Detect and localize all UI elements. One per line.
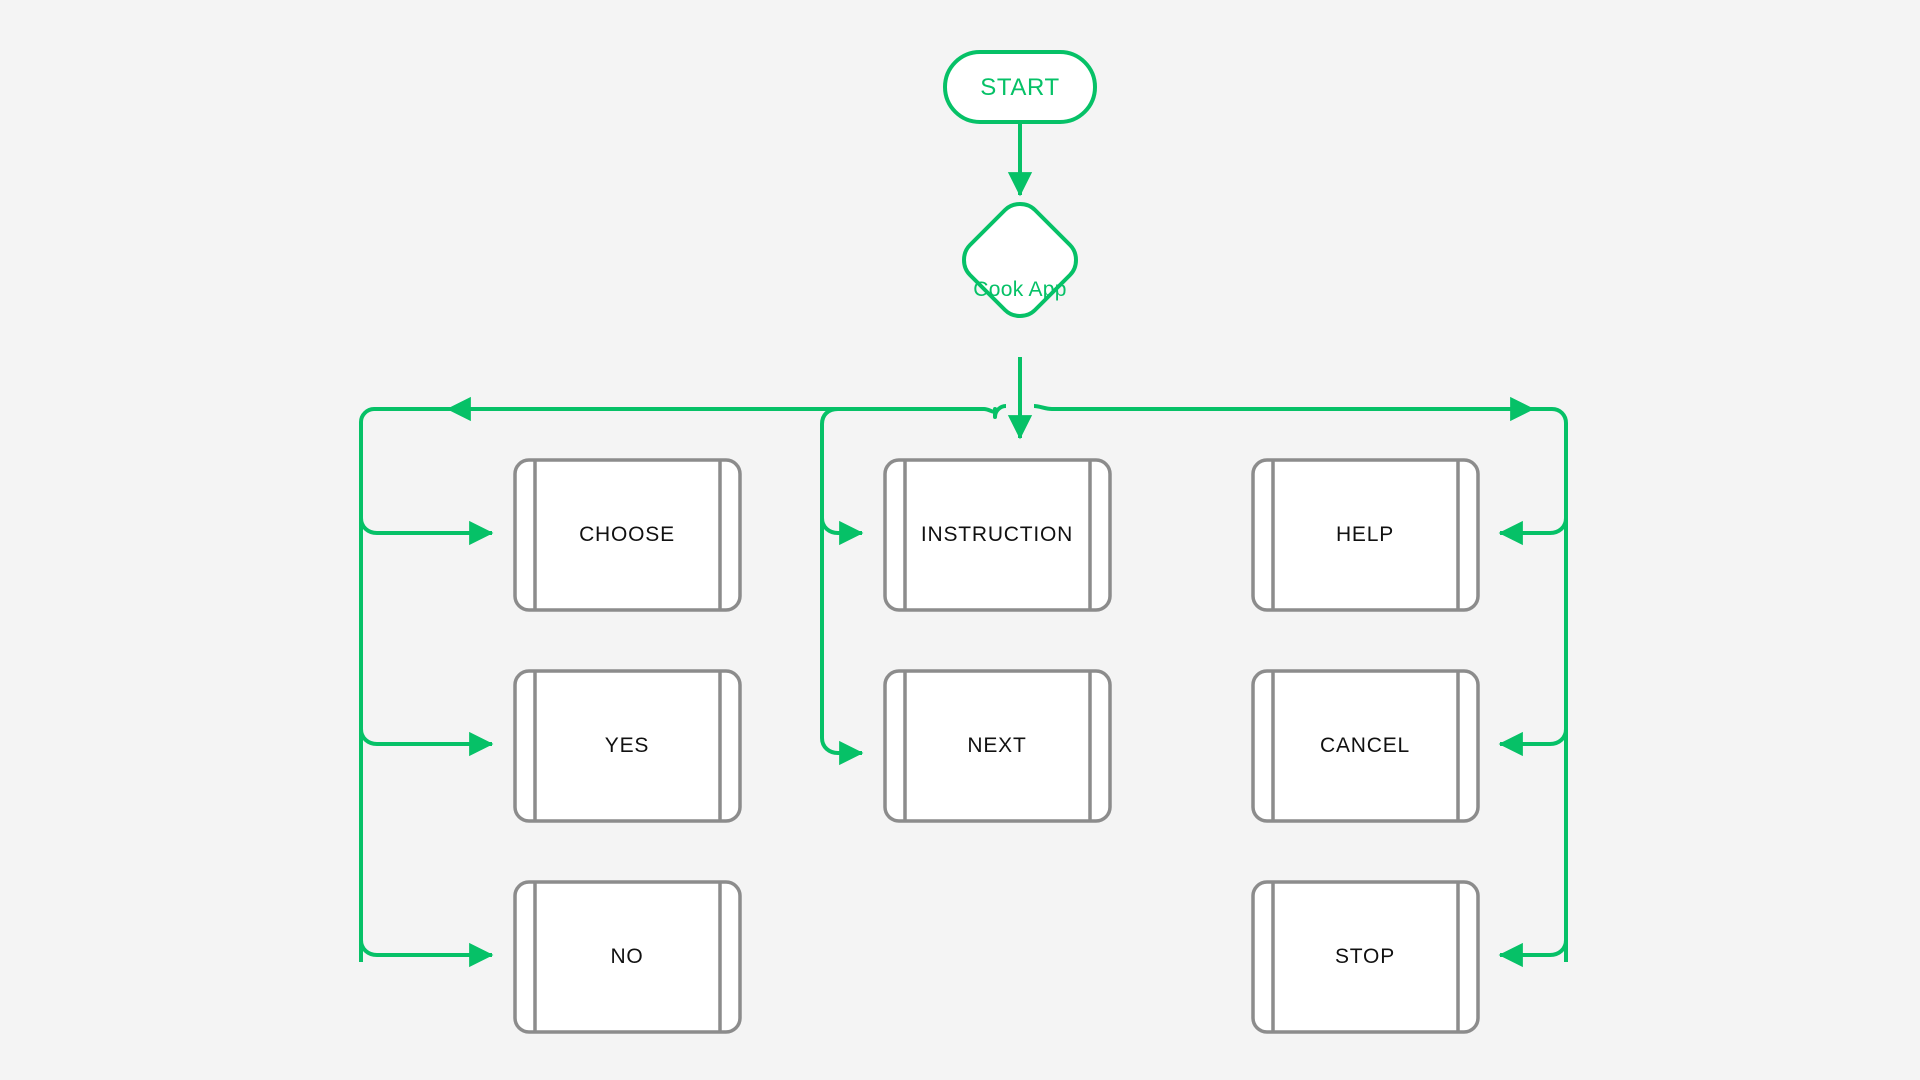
node-yes[interactable]: YES (513, 669, 742, 823)
node-cook-app[interactable]: Cook App (962, 202, 1078, 318)
connector-left-to-yes (359, 728, 494, 757)
cancel-box-shape (1251, 669, 1480, 823)
flowchart-canvas: START Cook App CHOOSE INSTRUCTION HELP Y… (0, 0, 1920, 1080)
no-box-shape (513, 880, 742, 1034)
instruction-box-shape (883, 458, 1112, 612)
node-start[interactable]: START (943, 50, 1097, 124)
node-choose[interactable]: CHOOSE (513, 458, 742, 612)
connector-mid-to-instruction (820, 517, 864, 546)
connector-right-to-stop (1498, 939, 1568, 968)
connector-left-to-no (359, 939, 494, 968)
yes-box-shape (513, 669, 742, 823)
connector-mid-bus-path (820, 407, 839, 755)
cook-app-decision-shape (962, 202, 1078, 318)
connector-right-to-help (1498, 517, 1568, 546)
help-box-shape (1251, 458, 1480, 612)
node-instruction[interactable]: INSTRUCTION (883, 458, 1112, 612)
connector-left-to-choose (359, 517, 494, 546)
node-next[interactable]: NEXT (883, 669, 1112, 823)
node-help[interactable]: HELP (1251, 458, 1480, 612)
flowchart-svg: START Cook App CHOOSE INSTRUCTION HELP Y… (359, 50, 1568, 1034)
node-cancel[interactable]: CANCEL (1251, 669, 1480, 823)
connector-right-to-cancel (1498, 728, 1568, 757)
start-terminator-shape (943, 50, 1097, 124)
node-no[interactable]: NO (513, 880, 742, 1034)
next-box-shape (883, 669, 1112, 823)
node-stop[interactable]: STOP (1251, 880, 1480, 1034)
stop-box-shape (1251, 880, 1480, 1034)
choose-box-shape (513, 458, 742, 612)
